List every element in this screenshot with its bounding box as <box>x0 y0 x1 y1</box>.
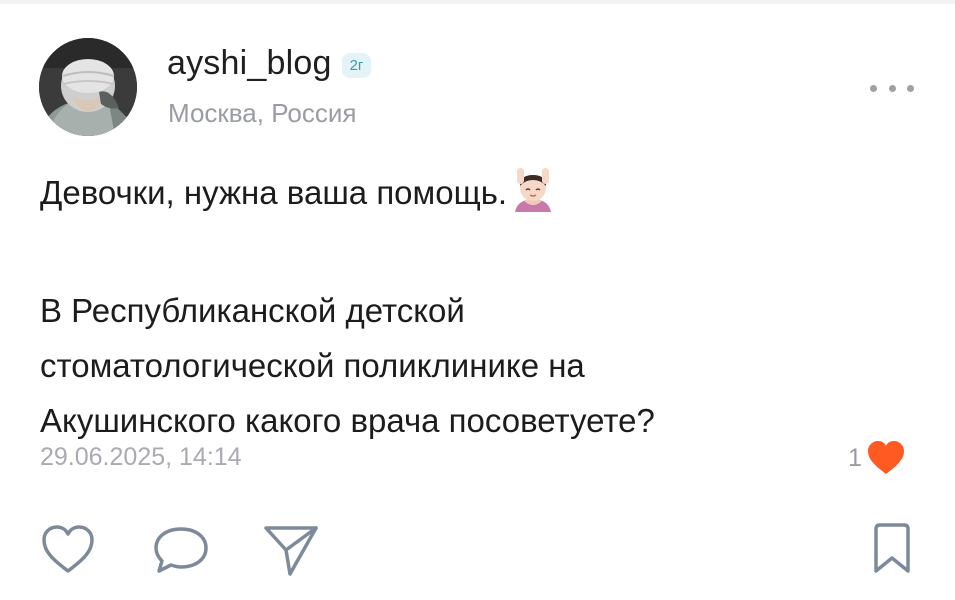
like-button[interactable] <box>40 523 96 580</box>
post-line: Акушинского какого врача посоветуете? <box>40 402 655 439</box>
post-timestamp: 29.06.2025, 14:14 <box>40 443 242 471</box>
post-line: стоматологической поликлинике на <box>40 347 585 384</box>
post-page: ayshi_blog 2г Москва, Россия Девочки, ну… <box>0 0 955 600</box>
likes-count: 1 <box>848 443 862 472</box>
more-dots-icon <box>870 84 877 92</box>
post-line-text: Девочки, нужна ваша помощь. <box>40 174 508 211</box>
age-badge: 2г <box>341 52 372 78</box>
heart-filled-icon <box>867 441 904 474</box>
heart-outline-icon <box>42 525 94 573</box>
comment-button[interactable] <box>151 524 211 581</box>
username[interactable]: ayshi_blog <box>167 44 332 83</box>
speech-bubble-icon <box>154 527 208 573</box>
post-line: В Республиканской детской <box>40 292 465 329</box>
more-options-button[interactable] <box>870 78 914 98</box>
post-line: Девочки, нужна ваша помощь. <box>40 165 920 228</box>
top-divider <box>0 0 955 4</box>
bookmark-button[interactable] <box>868 521 916 582</box>
author-name-row: ayshi_blog 2г <box>167 40 372 86</box>
likes-summary[interactable]: 1 <box>848 440 906 476</box>
more-dot <box>907 84 914 92</box>
location: Москва, Россия <box>168 98 357 128</box>
share-button[interactable] <box>262 522 320 583</box>
avatar[interactable] <box>39 38 137 136</box>
woman-getting-massage-emoji-icon <box>511 166 555 228</box>
send-arrow-icon <box>264 526 318 576</box>
post-body: Девочки, нужна ваша помощь. В Республика… <box>40 165 920 448</box>
more-dot <box>888 84 896 92</box>
bookmark-icon <box>874 523 910 573</box>
